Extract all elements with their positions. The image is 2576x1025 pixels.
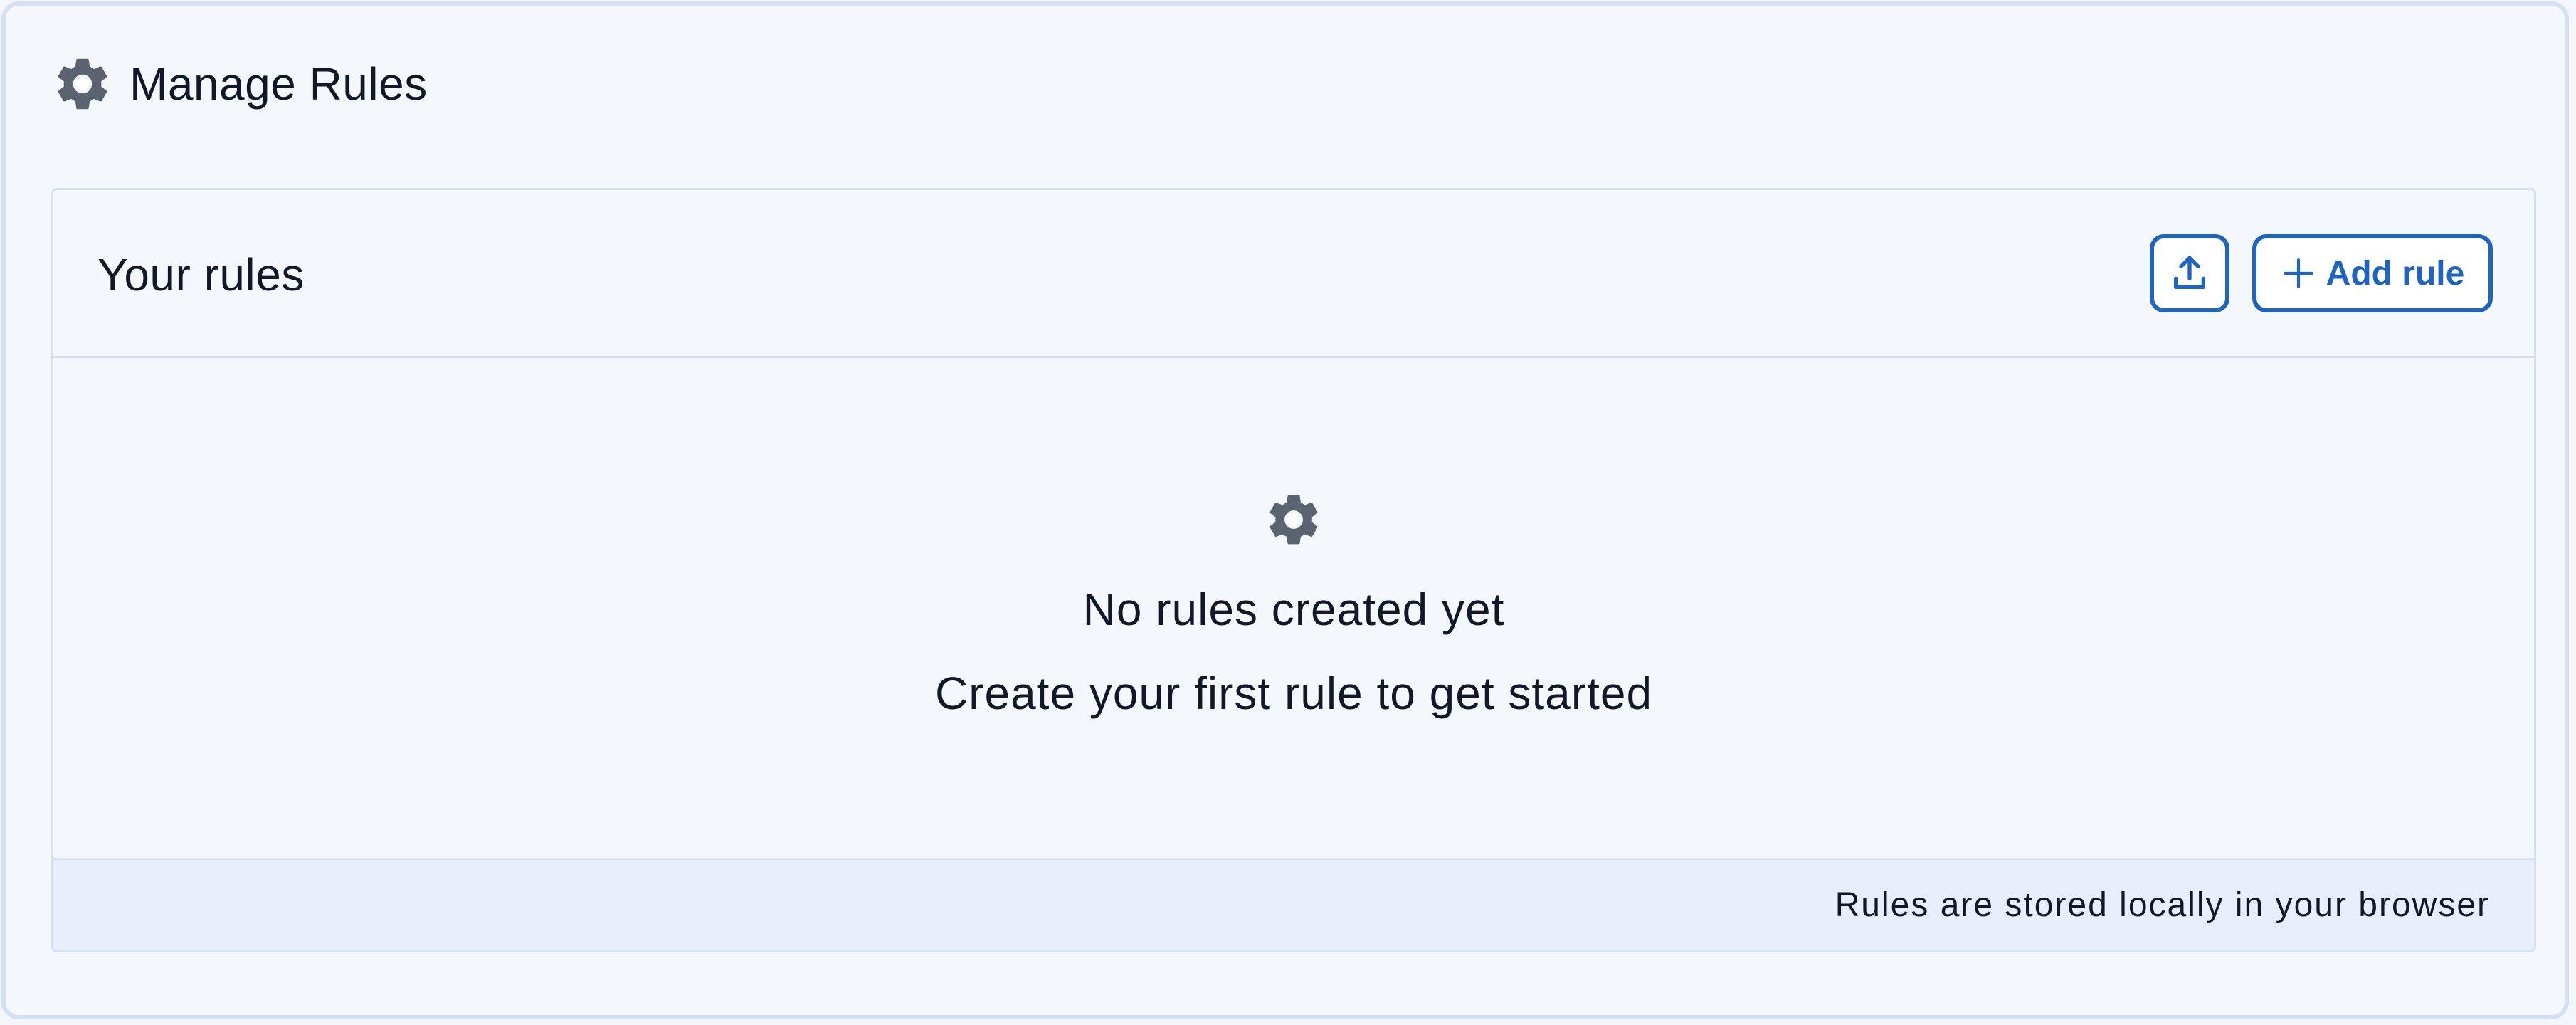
upload-button[interactable]: [2150, 234, 2229, 312]
upload-icon: [2169, 253, 2210, 294]
add-rule-label: Add rule: [2326, 254, 2465, 293]
empty-state-headline: No rules created yet: [1082, 584, 1505, 635]
storage-note: Rules are stored locally in your browser: [1835, 886, 2490, 924]
plus-icon: [2281, 256, 2316, 291]
gear-icon: [51, 53, 114, 115]
rules-card: Your rules Add rule No rules created yet…: [51, 188, 2536, 952]
rules-card-footer: Rules are stored locally in your browser: [53, 858, 2534, 950]
page-title: Manage Rules: [130, 58, 428, 110]
rules-card-header: Your rules Add rule: [53, 190, 2534, 358]
add-rule-button[interactable]: Add rule: [2252, 234, 2493, 312]
page-header: Manage Rules: [51, 48, 428, 120]
app-window: Manage Rules Your rules Add rule No rule…: [1, 1, 2569, 1019]
empty-state-subtext: Create your first rule to get started: [934, 668, 1653, 719]
empty-state: No rules created yet Create your first r…: [53, 358, 2534, 858]
gear-icon: [1263, 489, 1324, 550]
rules-card-title: Your rules: [97, 249, 305, 300]
